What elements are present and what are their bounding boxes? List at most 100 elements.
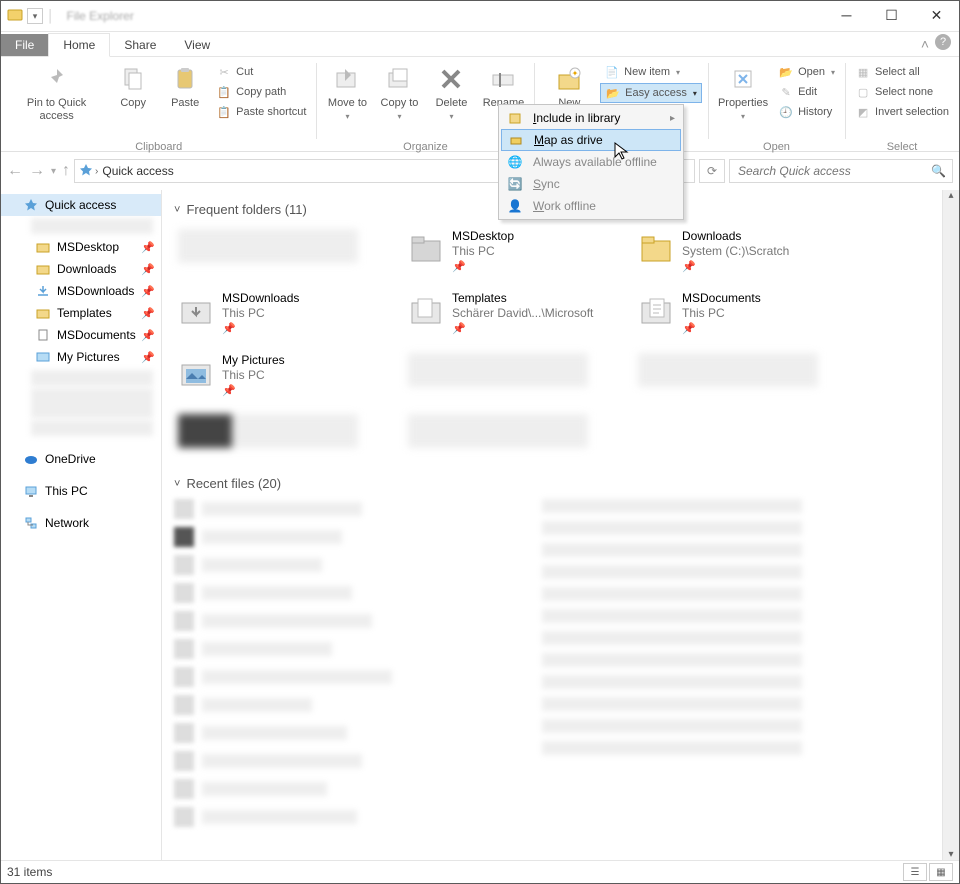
recent-file-item[interactable] [174, 779, 392, 799]
nav-item-templates[interactable]: Templates 📌 [1, 302, 161, 324]
scrollbar[interactable]: ▴ ▾ [942, 190, 959, 860]
refresh-button[interactable]: ⟳ [699, 159, 725, 183]
minimize-button[interactable]: ─ [824, 1, 869, 29]
recent-file-item[interactable] [174, 583, 392, 603]
address-root[interactable]: › [79, 163, 98, 180]
help-button[interactable]: ? [935, 34, 951, 50]
recent-file-item[interactable] [542, 565, 802, 579]
folder-item[interactable]: MSDocuments This PC 📌 [634, 287, 864, 341]
recent-file-item[interactable] [542, 499, 802, 513]
recent-file-item[interactable] [174, 695, 392, 715]
recent-file-item[interactable] [542, 741, 802, 755]
paste-shortcut-button[interactable]: 📋Paste shortcut [212, 103, 310, 121]
search-input[interactable] [736, 163, 931, 179]
nav-item-msdesktop[interactable]: MSDesktop 📌 [1, 236, 161, 258]
recent-file-item[interactable] [174, 751, 392, 771]
recent-files-header[interactable]: ˅ Recent files (20) [174, 476, 947, 491]
scroll-up-icon[interactable]: ▴ [948, 190, 953, 201]
history-button[interactable]: 🕘History [774, 103, 839, 121]
recent-file-item[interactable] [542, 631, 802, 645]
recent-file-item[interactable] [542, 719, 802, 733]
menu-map-as-drive[interactable]: Map as drive [501, 129, 681, 151]
folder-item[interactable]: Downloads System (C:)\Scratch 📌 [634, 225, 864, 279]
forward-button[interactable]: → [29, 162, 45, 180]
recent-file-item[interactable] [174, 639, 392, 659]
recent-file-item[interactable] [542, 543, 802, 557]
folder-item[interactable]: Templates Schärer David\...\Microsoft 📌 [404, 287, 634, 341]
close-button[interactable]: ✕ [914, 1, 959, 29]
nav-item-blurred[interactable] [31, 370, 153, 386]
properties-button[interactable]: Properties ▾ [714, 61, 772, 123]
collapse-ribbon-button[interactable]: ˄ [921, 36, 929, 52]
large-icons-view-button[interactable]: ▦ [929, 863, 953, 881]
nav-this-pc[interactable]: This PC [1, 480, 161, 502]
copy-button[interactable]: Copy [108, 61, 158, 112]
folder-item-blurred[interactable] [408, 414, 588, 448]
recent-file-item[interactable] [542, 697, 802, 711]
easy-access-button[interactable]: 📂Easy access▾ [600, 83, 702, 103]
select-none-button[interactable]: ▢Select none [851, 83, 953, 101]
paste-button[interactable]: Paste [160, 61, 210, 112]
recent-file-item[interactable] [174, 527, 392, 547]
recent-file-item[interactable] [174, 555, 392, 575]
nav-item-mypictures[interactable]: My Pictures 📌 [1, 346, 161, 368]
nav-item-blurred[interactable] [31, 388, 153, 418]
recent-locations-button[interactable]: ▾ [51, 166, 56, 177]
nav-item-downloads[interactable]: Downloads 📌 [1, 258, 161, 280]
folder-item-blurred[interactable] [178, 414, 358, 448]
folder-item-blurred[interactable] [638, 353, 818, 387]
tab-view[interactable]: View [170, 34, 224, 56]
folder-item[interactable]: MSDesktop This PC 📌 [404, 225, 634, 279]
pin-icon: 📌 [141, 241, 155, 254]
copy-path-button[interactable]: 📋Copy path [212, 83, 310, 101]
nav-quick-access[interactable]: Quick access [1, 194, 161, 216]
select-all-button[interactable]: ▦Select all [851, 63, 953, 81]
recent-file-item[interactable] [174, 723, 392, 743]
recent-file-item[interactable] [542, 653, 802, 667]
recent-file-item[interactable] [542, 587, 802, 601]
invert-selection-button[interactable]: ◩Invert selection [851, 103, 953, 121]
nav-item-msdocuments[interactable]: MSDocuments 📌 [1, 324, 161, 346]
nav-item-blurred[interactable] [31, 218, 153, 234]
address-segment[interactable]: Quick access [102, 164, 173, 178]
copy-to-button[interactable]: Copy to ▾ [374, 61, 424, 123]
recent-file-item[interactable] [174, 611, 392, 631]
nav-network[interactable]: Network [1, 512, 161, 534]
folder-item[interactable]: MSDownloads This PC 📌 [174, 287, 404, 341]
menu-include-in-library[interactable]: Include in library ▸ [501, 107, 681, 129]
up-button[interactable]: ↑ [62, 162, 70, 180]
tab-file[interactable]: File [1, 34, 48, 56]
menu-sync[interactable]: 🔄 Sync [501, 173, 681, 195]
menu-always-available-offline[interactable]: 🌐 Always available offline [501, 151, 681, 173]
recent-file-item[interactable] [542, 675, 802, 689]
recent-file-item[interactable] [542, 609, 802, 623]
move-to-button[interactable]: Move to ▾ [322, 61, 372, 123]
edit-button[interactable]: ✎Edit [774, 83, 839, 101]
scroll-down-icon[interactable]: ▾ [948, 849, 953, 860]
folder-item-blurred[interactable] [408, 353, 588, 387]
delete-button[interactable]: Delete ▾ [426, 61, 476, 123]
open-button[interactable]: 📂Open▾ [774, 63, 839, 81]
recent-file-item[interactable] [174, 499, 392, 519]
search-box[interactable]: 🔍 [729, 159, 953, 183]
folder-item[interactable]: My Pictures This PC 📌 [174, 349, 404, 403]
menu-work-offline[interactable]: 👤 Work offline [501, 195, 681, 217]
nav-item-msdownloads[interactable]: MSDownloads 📌 [1, 280, 161, 302]
recent-file-item[interactable] [174, 807, 392, 827]
group-label-open: Open [714, 141, 839, 155]
qat-dropdown[interactable]: ▾ [27, 8, 43, 24]
folder-item-blurred[interactable] [178, 229, 358, 263]
pin-to-quick-access-button[interactable]: Pin to Quick access [7, 61, 106, 124]
maximize-button[interactable]: ☐ [869, 1, 914, 29]
tab-home[interactable]: Home [48, 33, 110, 57]
tab-share[interactable]: Share [110, 34, 170, 56]
recent-file-item[interactable] [174, 667, 392, 687]
nav-onedrive[interactable]: OneDrive [1, 448, 161, 470]
new-item-button[interactable]: 📄New item▾ [600, 63, 702, 81]
details-view-button[interactable]: ☰ [903, 863, 927, 881]
back-button[interactable]: ← [7, 162, 23, 180]
pin-icon: 📌 [141, 263, 155, 276]
recent-file-item[interactable] [542, 521, 802, 535]
nav-item-blurred[interactable] [31, 420, 153, 436]
cut-button[interactable]: ✂Cut [212, 63, 310, 81]
